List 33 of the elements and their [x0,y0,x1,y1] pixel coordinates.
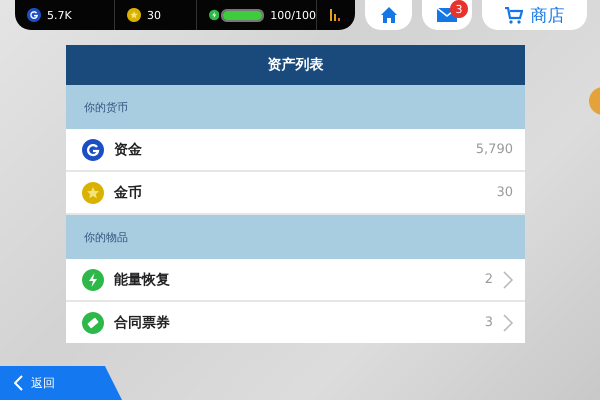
lightning-icon [82,268,104,290]
star-coin-icon [82,182,104,204]
asset-name: 资金 [114,140,143,158]
asset-count: 30 [496,185,513,200]
energy-reading: 100/100 [270,8,316,22]
mail-button[interactable]: 3 [422,0,472,30]
side-coin-icon [588,86,600,116]
star-coin-icon [127,8,141,22]
back-button[interactable]: 返回 [0,366,122,400]
asset-count: 2 [484,272,493,287]
asset-row[interactable]: 能量恢复 2 [66,259,525,302]
asset-count: 5,790 [476,142,513,157]
section-heading: 你的物品 [66,215,525,259]
shop-button[interactable]: 商店 [482,0,587,30]
cart-icon [504,6,522,24]
bar-chart-icon [329,9,341,21]
panel-title: 资产列表 [66,45,525,85]
house-icon [380,6,398,24]
g-coin-icon [27,8,41,22]
ticket-icon [82,312,104,334]
home-button[interactable] [365,0,412,30]
asset-row[interactable]: 合同票券 3 [66,302,525,343]
asset-count: 3 [484,315,493,330]
asset-name: 金币 [114,184,143,202]
coin-amount: 30 [147,8,161,22]
lightning-icon [209,8,220,22]
unread-badge: 3 [450,0,468,18]
asset-name: 能量恢复 [114,270,171,288]
section-heading: 你的货币 [66,85,525,129]
g-coin-icon [82,138,104,160]
asset-name: 合同票券 [114,314,171,332]
chevron-left-icon [14,375,23,391]
cash-amount: 5.7K [47,8,72,22]
